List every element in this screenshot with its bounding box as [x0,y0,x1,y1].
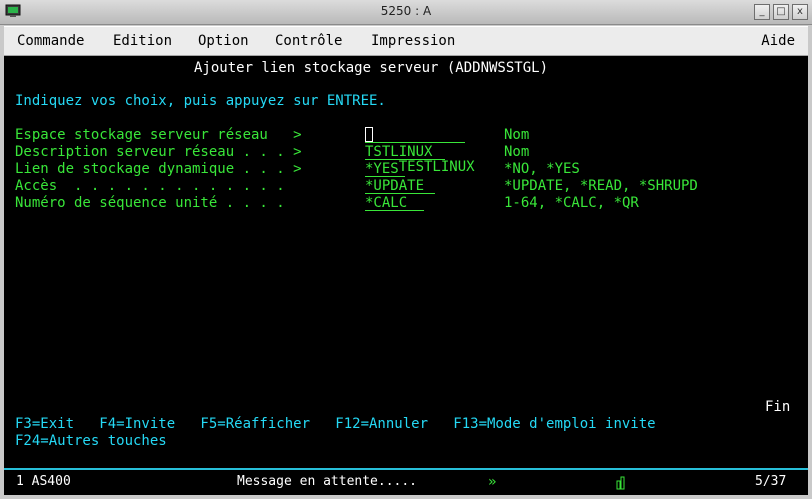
menu-controle[interactable]: Contrôle [275,33,342,49]
cursor-position: 5/37 [755,474,787,489]
function-keys-line2[interactable]: F24=Autres touches [15,433,167,450]
instruction-text: Indiquez vos choix, puis appuyez sur ENT… [15,93,386,109]
field-label-espace: Espace stockage serveur réseau > [15,127,302,143]
menu-impression[interactable]: Impression [371,33,455,49]
lien-dynamique-input[interactable]: *YES [365,161,405,177]
text-cursor [365,127,373,142]
status-bar: 1 AS400 Message en attente..... » 5/37 [4,468,808,495]
acces-input[interactable]: *UPDATE [365,178,435,194]
session-id: 1 AS400 [16,474,71,489]
field-hint-acces: *UPDATE, *READ, *SHRUPD [504,178,698,194]
double-chevron-icon: » [488,474,497,490]
field-label-acces: Accès . . . . . . . . . . . . . [15,178,285,194]
menu-aide[interactable]: Aide [761,33,795,49]
terminal-screen: Ajouter lien stockage serveur (ADDNWSSTG… [4,56,808,464]
field-hint-sequence: 1-64, *CALC, *QR [504,195,639,211]
field-label-lien: Lien de stockage dynamique . . . > [15,161,302,177]
field-label-sequence: Numéro de séquence unité . . . . [15,195,285,211]
minimize-button[interactable]: _ [754,4,770,20]
maximize-button[interactable]: □ [773,4,789,20]
menu-bar: Commande Edition Option Contrôle Impress… [4,26,808,56]
fin-indicator: Fin [765,399,791,415]
cursor-position-icon [616,476,625,490]
field-label-description: Description serveur réseau . . . > [15,144,302,160]
description-serveur-input[interactable]: TSTLINUX [365,144,445,160]
field-hint-espace: Nom [504,127,530,143]
message-waiting-text: Message en attente..... [237,474,418,489]
window-title: 5250 : A [380,4,432,18]
function-keys-line1[interactable]: F3=Exit F4=Invite F5=Réafficher F12=Annu… [15,416,656,433]
field-hint-description: Nom [504,144,530,160]
menu-commande[interactable]: Commande [17,33,84,49]
espace-stockage-input[interactable]: TESTLINUX [365,127,475,175]
window-titlebar[interactable]: 5250 : A _ □ x [0,0,812,25]
menu-option[interactable]: Option [198,33,249,49]
field-hint-lien: *NO, *YES [504,161,580,177]
close-button[interactable]: x [792,4,808,20]
menu-edition[interactable]: Edition [113,33,172,49]
sequence-unite-input[interactable]: *CALC [365,195,424,211]
screen-title: Ajouter lien stockage serveur (ADDNWSSTG… [194,60,549,76]
